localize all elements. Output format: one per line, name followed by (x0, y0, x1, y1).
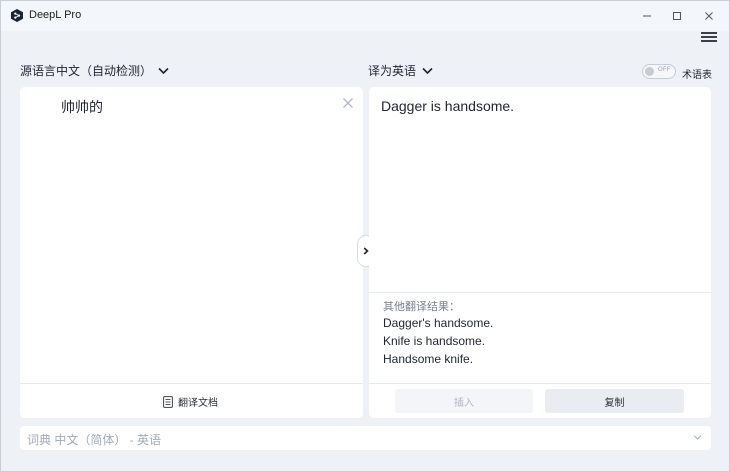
menu-line (701, 36, 717, 38)
hamburger-menu-button[interactable] (701, 32, 717, 44)
target-language-selector[interactable]: 译为英语 (368, 62, 433, 79)
translate-document-button[interactable]: 翻译文档 (163, 394, 218, 409)
target-panel: Dagger is handsome. 其他翻译结果： Dagger's han… (369, 87, 711, 418)
source-language-selector[interactable]: 源语言中文（自动检测） (20, 62, 169, 79)
close-icon (705, 12, 713, 20)
alternatives-section: 其他翻译结果： Dagger's handsome. Knife is hand… (369, 292, 711, 380)
toggle-knob (645, 67, 654, 76)
target-language-label: 译为英语 (368, 64, 417, 78)
source-text-input[interactable]: 帅帅的 (61, 97, 103, 117)
alternative-item[interactable]: Handsome knife. (383, 352, 473, 366)
app-title: DeepL Pro (29, 9, 82, 21)
minimize-icon (643, 15, 651, 17)
chevron-down-icon (158, 67, 169, 74)
chevron-down-icon (693, 435, 702, 440)
app-window: DeepL Pro 源语言中文（自动检测） 译为英语 OFF 术语表 帅帅的 翻… (0, 0, 730, 472)
glossary-toggle[interactable]: OFF (642, 64, 676, 79)
document-icon (163, 395, 173, 408)
maximize-icon (673, 12, 681, 20)
glossary-label[interactable]: 术语表 (682, 66, 712, 81)
copy-button[interactable]: 复制 (545, 389, 684, 413)
minimize-button[interactable] (638, 7, 656, 25)
dictionary-bar[interactable]: 词典 中文（简体） - 英语 (20, 426, 711, 450)
title-bar: DeepL Pro (1, 1, 729, 31)
insert-button[interactable]: 插入 (395, 389, 533, 413)
translate-document-label: 翻译文档 (178, 398, 218, 409)
source-language-label: 源语言中文（自动检测） (20, 64, 153, 78)
source-footer: 翻译文档 (20, 383, 363, 418)
menu-line (701, 40, 717, 42)
maximize-button[interactable] (668, 7, 686, 25)
menu-line (701, 32, 717, 34)
alternative-item[interactable]: Dagger's handsome. (383, 316, 493, 330)
close-button[interactable] (700, 7, 718, 25)
clear-icon[interactable] (342, 97, 354, 109)
source-panel: 帅帅的 翻译文档 (20, 87, 363, 418)
alternative-item[interactable]: Knife is handsome. (383, 334, 485, 348)
chevron-down-icon (422, 67, 433, 74)
toggle-state: OFF (658, 67, 671, 73)
deepl-logo-icon (11, 9, 23, 22)
target-footer: 插入 复制 (369, 383, 711, 418)
translation-output: Dagger is handsome. (381, 98, 515, 114)
dictionary-label: 词典 中文（简体） - 英语 (27, 433, 161, 447)
alternatives-heading: 其他翻译结果： (383, 301, 460, 313)
